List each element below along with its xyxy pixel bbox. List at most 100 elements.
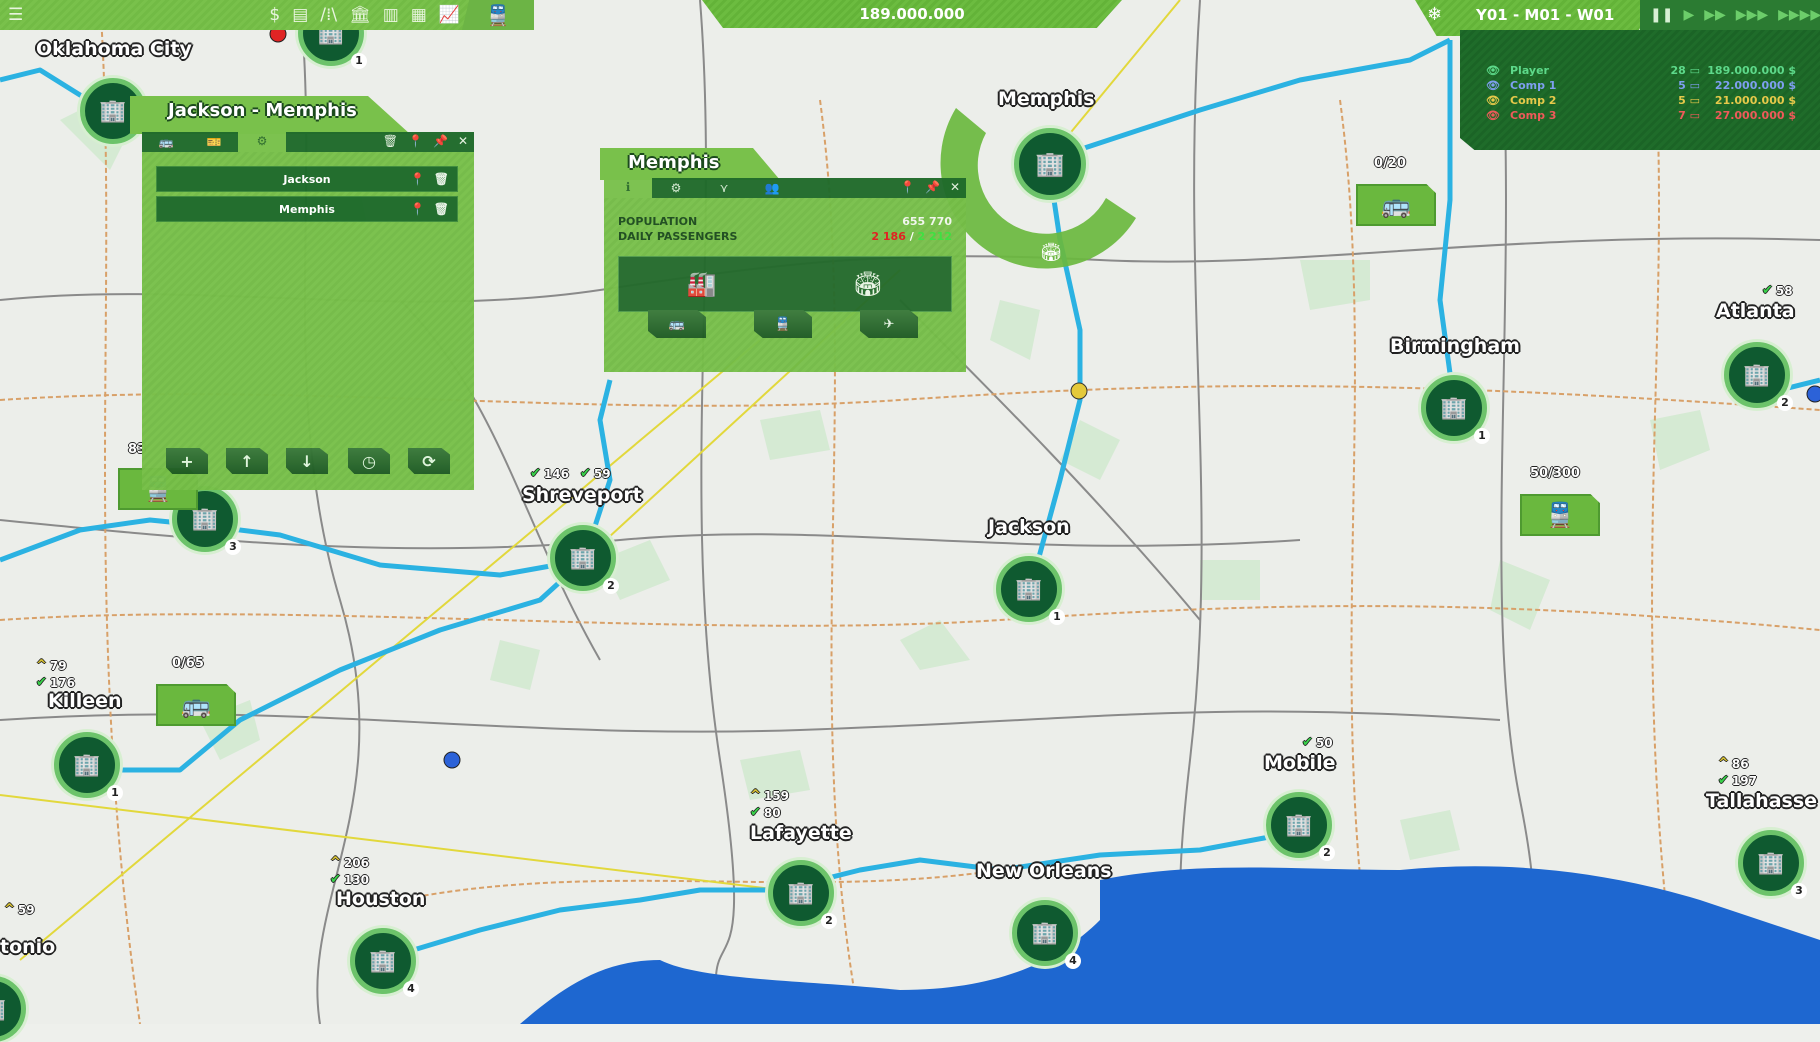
move-up-button[interactable]: ↑ [226,448,268,474]
depot-bus[interactable]: 🚌 [1356,184,1436,226]
buildings-icon[interactable]: ▥ [383,5,399,25]
city-panel-title: Memphis [628,152,720,173]
building-icon: 🏢 [99,98,127,124]
location-pin-icon[interactable]: 📍 [410,202,425,216]
list-icon[interactable]: ▤ [292,5,308,25]
building-icon: 🏢 [1035,150,1065,178]
fast-button[interactable]: ▶▶ [1704,7,1726,23]
tab-settings[interactable]: ⚙ [238,130,286,152]
move-down-button[interactable]: ↓ [286,448,328,474]
passenger-flow: ^ 159 [750,788,789,803]
city-node-new-orleans[interactable]: 🏢 4 [1012,900,1081,969]
eye-icon[interactable]: 👁 [1486,94,1510,107]
eye-icon[interactable]: 👁 [1486,79,1510,92]
city-label: Shreveport [522,484,642,506]
train-button[interactable]: 🚆 [754,310,812,338]
passenger-flow: ✔ 58 [1762,283,1793,298]
passengers-used: 2 186 [871,230,906,243]
trash-icon[interactable]: 🗑 [383,134,398,148]
close-icon[interactable]: ✕ [458,134,468,148]
marker-yellow[interactable] [1070,382,1088,400]
schedule-button[interactable]: ◷ [348,448,390,474]
building-icon: 🏢 [1757,850,1785,876]
trash-icon[interactable]: 🗑 [434,172,449,186]
bank-icon[interactable]: 🏛 [349,5,371,25]
city-label: Memphis [998,88,1095,110]
player-cash: 27.000.000 $ [1714,109,1796,122]
close-icon[interactable]: ✕ [950,180,960,194]
bus-button[interactable]: 🚌 [648,310,706,338]
pin-icon[interactable]: 📌 [433,134,448,148]
eye-icon[interactable]: 👁 [1486,109,1510,122]
play-button[interactable]: ▶ [1683,7,1694,23]
report-icon[interactable]: ▦ [411,5,427,25]
player-row: 👁 Comp 1 5 ▭ 22.000.000 $ [1486,79,1796,92]
hamburger-icon[interactable]: ☰ [8,5,23,25]
tab-settings[interactable]: ⚙ [652,181,700,195]
train-tab[interactable]: 🚆 [462,0,534,30]
add-stop-button[interactable]: + [166,448,208,474]
tab-tickets[interactable]: 🎫 [190,135,238,149]
pause-button[interactable]: ❚❚ [1650,7,1673,23]
pin-icon[interactable]: 📌 [925,180,940,194]
location-pin-icon[interactable]: 📍 [900,180,915,194]
faster-button[interactable]: ▶▶▶ [1736,7,1768,23]
city-node-birmingham[interactable]: 🏢 1 [1421,375,1490,444]
stadium-icon[interactable]: 🏟 [1040,242,1063,263]
city-node-memphis[interactable]: 🏢 [1014,128,1086,200]
depot-bus[interactable]: 🚌 [156,684,236,726]
player-vehicles: 5 ▭ [1678,79,1700,92]
tab-info[interactable]: ℹ [604,176,652,198]
stadium-icon[interactable]: 🏟 [853,270,883,298]
passenger-flow: ✔ 50 [1302,735,1333,750]
city-label: Lafayette [750,822,852,844]
city-label: New Orleans [976,860,1112,882]
city-node-lafayette[interactable]: 🏢 2 [768,860,837,929]
marker-blue-edge[interactable] [1806,385,1820,403]
building-icon: 🏢 [1031,920,1059,946]
city-node-houston[interactable]: 🏢 4 [350,928,419,997]
dollar-icon[interactable]: $ [269,5,280,25]
depot-train[interactable]: 🚆 [1520,494,1600,536]
swap-button[interactable]: ⟳ [408,448,450,474]
passengers-total: 2 212 [917,230,952,243]
player-name: Comp 2 [1510,94,1557,107]
player-row: 👁 Comp 2 5 ▭ 21.000.000 $ [1486,94,1796,107]
stop-row[interactable]: Jackson 📍 🗑 [156,166,458,192]
building-icon: 🏢 [1015,576,1043,602]
train-icon: 🚆 [485,3,511,27]
tab-routes[interactable]: ⋎ [700,181,748,195]
chart-icon[interactable]: 📈 [439,5,460,25]
city-label: Oklahoma City [36,38,192,60]
fastest-button[interactable]: ▶▶▶▶ [1778,7,1820,23]
marker-blue[interactable] [443,751,461,769]
stop-row[interactable]: Memphis 📍 🗑 [156,196,458,222]
depot-capacity: 50/300 [1530,466,1580,481]
city-node-jackson[interactable]: 🏢 1 [996,556,1065,625]
passenger-flow: ✔ 176 [36,675,75,690]
player-vehicles: 28 ▭ [1670,64,1700,77]
passenger-flow: ^ 206 [330,855,369,870]
location-pin-icon[interactable]: 📍 [410,172,425,186]
eye-icon[interactable]: 👁 [1486,64,1510,77]
tab-people[interactable]: 👥 [748,181,796,195]
player-cash: 21.000.000 $ [1714,94,1796,107]
tab-vehicles[interactable]: 🚌 [142,135,190,149]
city-node-mobile[interactable]: 🏢 2 [1266,792,1335,861]
building-icon: 🏢 [1285,812,1313,838]
city-node-atlanta[interactable]: 🏢 2 [1724,342,1793,411]
factory-icon[interactable]: 🏭 [687,270,717,298]
building-icon: 🏢 [369,948,397,974]
location-pin-icon[interactable]: 📍 [408,134,423,148]
top-toolbar: ☰ $ ▤ /⁞\ 🏛 ▥ ▦ 📈 [0,0,530,30]
building-icon: 🏢 [73,752,101,778]
city-node-shreveport[interactable]: 🏢 2 [550,525,619,594]
daily-passengers-label: DAILY PASSENGERS [618,230,738,243]
plane-button[interactable]: ✈ [860,310,918,338]
city-panel: ℹ ⚙ ⋎ 👥 📍 📌 ✕ POPULATION 655 770 DAILY P… [604,176,966,372]
city-node-killeen[interactable]: 🏢 1 [54,732,123,801]
route-panel-title: Jackson - Memphis [168,100,357,121]
trash-icon[interactable]: 🗑 [434,202,449,216]
city-node-tallahassee[interactable]: 🏢 3 [1738,830,1807,899]
road-icon[interactable]: /⁞\ [320,5,337,25]
